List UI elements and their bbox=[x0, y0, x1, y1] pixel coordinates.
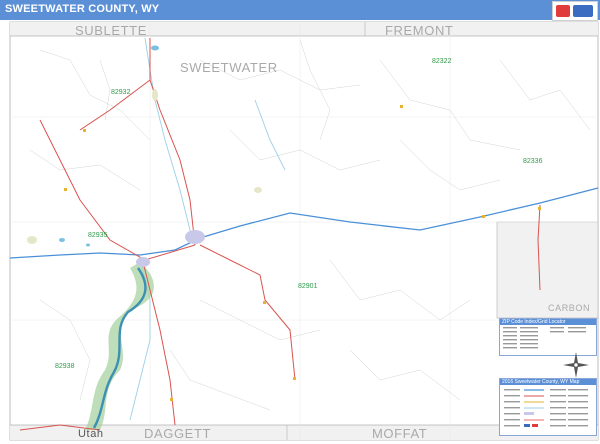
granger-town bbox=[27, 236, 37, 244]
carbon-county-label: CARBON bbox=[548, 303, 591, 313]
zip-label-82901: 82901 bbox=[298, 283, 318, 290]
daggett-county-label: DAGGETT bbox=[144, 426, 212, 441]
zip-label-82932: 82932 bbox=[111, 89, 131, 96]
green-river-city bbox=[136, 257, 150, 267]
legend-rows bbox=[504, 389, 588, 427]
zip-index-rows bbox=[503, 327, 586, 349]
sublette-county-label: SUBLETTE bbox=[75, 23, 147, 38]
rock-springs-city bbox=[185, 230, 205, 244]
farson-town bbox=[152, 89, 158, 101]
zip-label-82322: 82322 bbox=[432, 58, 452, 65]
map-legend: 2016 Sweetwater County, WY Map bbox=[499, 378, 597, 436]
utah-state-label: Utah bbox=[78, 428, 104, 440]
compass-rose-icon bbox=[563, 352, 589, 378]
zip-label-82935: 82935 bbox=[88, 232, 108, 239]
point-of-rocks-town bbox=[254, 187, 262, 193]
zip-label-82336: 82336 bbox=[523, 158, 543, 165]
fremont-county-label: FREMONT bbox=[385, 23, 454, 38]
legend-title: 2016 Sweetwater County, WY Map bbox=[500, 379, 596, 385]
zip-index-table: ZIP Code Index/Grid Locator bbox=[499, 318, 597, 356]
moffat-county-label: MOFFAT bbox=[372, 426, 428, 441]
sweetwater-county-label: SWEETWATER bbox=[180, 60, 278, 75]
zip-label-82938: 82938 bbox=[55, 363, 75, 370]
